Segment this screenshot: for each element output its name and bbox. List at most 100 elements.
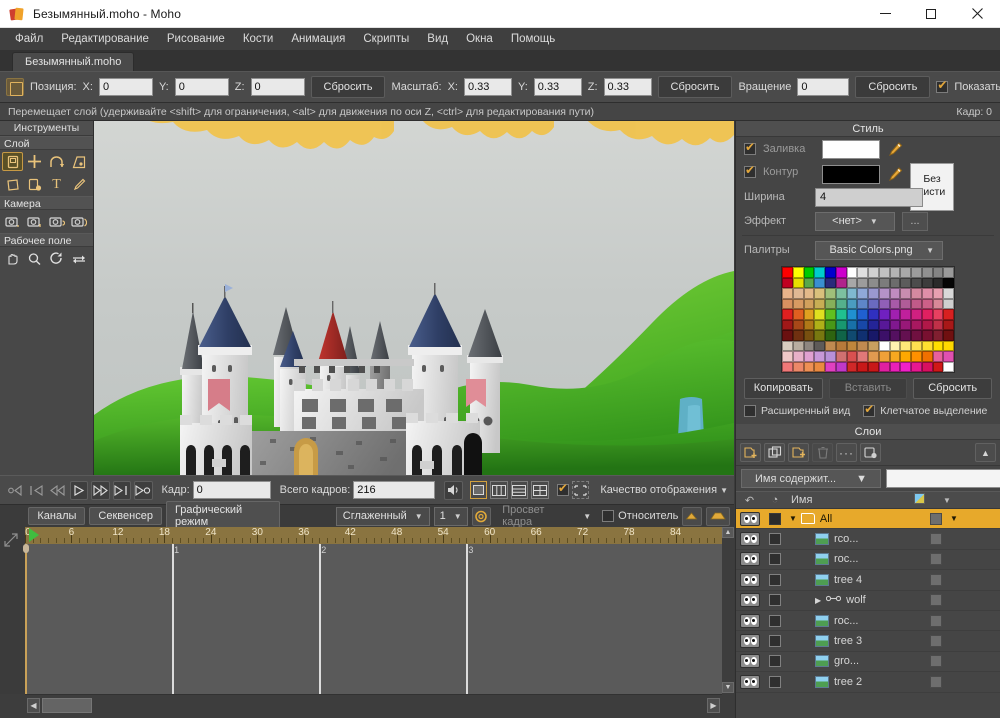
palette-color-swatch[interactable] bbox=[889, 319, 901, 330]
palette-color-swatch[interactable] bbox=[814, 267, 825, 278]
set-origin-tool[interactable] bbox=[24, 175, 45, 194]
layer-visibility-icon[interactable] bbox=[740, 552, 760, 567]
play-button[interactable] bbox=[70, 480, 89, 500]
zoom-camera-tool[interactable] bbox=[24, 212, 45, 231]
palette-color-swatch[interactable] bbox=[900, 309, 911, 320]
palette-color-swatch[interactable] bbox=[921, 351, 933, 362]
palette-color-swatch[interactable] bbox=[792, 277, 804, 288]
palette-color-swatch[interactable] bbox=[889, 351, 901, 362]
palette-color-swatch[interactable] bbox=[868, 351, 879, 362]
fill-eyedropper-icon[interactable] bbox=[887, 141, 903, 158]
palette-color-swatch[interactable] bbox=[911, 330, 922, 341]
palette-color-swatch[interactable] bbox=[878, 309, 890, 320]
palette-color-swatch[interactable] bbox=[900, 267, 911, 278]
palette-color-swatch[interactable] bbox=[825, 267, 836, 278]
extended-view-checkbox[interactable] bbox=[744, 405, 756, 417]
layers-list[interactable]: ▼ All ▼ rco... roc... tree 4 ▶ wolf roc... tree 3… bbox=[736, 509, 1000, 693]
layer-visibility-icon[interactable] bbox=[740, 572, 760, 587]
scroll-left-button[interactable]: ◀ bbox=[27, 698, 40, 713]
palette-color-swatch[interactable] bbox=[911, 319, 922, 330]
zoom-workspace-tool[interactable] bbox=[24, 249, 45, 268]
palette-color-swatch[interactable] bbox=[803, 319, 815, 330]
palette-color-swatch[interactable] bbox=[878, 319, 890, 330]
timeline-expand-icon[interactable] bbox=[4, 533, 18, 550]
menu-item-windows[interactable]: Окна bbox=[457, 30, 502, 48]
position-z-input[interactable] bbox=[250, 78, 305, 96]
layer-expand-arrow[interactable]: ▶ bbox=[815, 596, 821, 605]
palette-color-swatch[interactable] bbox=[868, 277, 879, 288]
palette-select[interactable]: Basic Colors.png ▼ bbox=[815, 240, 943, 260]
palette-color-swatch[interactable] bbox=[792, 361, 804, 372]
palette-color-swatch[interactable] bbox=[932, 267, 944, 278]
layer-lock-checkbox[interactable] bbox=[769, 614, 781, 627]
transform-layer-tool[interactable] bbox=[2, 152, 23, 171]
palette-color-swatch[interactable] bbox=[889, 309, 901, 320]
playhead-knob[interactable] bbox=[23, 544, 29, 553]
scroll-down-button[interactable]: ▼ bbox=[722, 682, 734, 693]
palette-color-swatch[interactable] bbox=[835, 361, 847, 372]
scroll-up-button[interactable]: ▲ bbox=[722, 527, 734, 538]
palette-color-swatch[interactable] bbox=[835, 330, 847, 341]
palette-color-swatch[interactable] bbox=[814, 340, 825, 351]
palette-color-swatch[interactable] bbox=[878, 298, 890, 309]
layer-row[interactable]: roc... bbox=[736, 610, 1000, 632]
effect-more-button[interactable]: ... bbox=[902, 211, 928, 231]
menu-item-file[interactable]: Файл bbox=[6, 30, 52, 48]
show-paths-checkbox[interactable] bbox=[936, 79, 949, 93]
rewind-to-start-button[interactable] bbox=[6, 481, 24, 500]
palette-color-swatch[interactable] bbox=[857, 288, 868, 299]
playhead-marker[interactable] bbox=[29, 528, 39, 542]
layer-thumbnail-toggle[interactable] bbox=[930, 675, 942, 688]
palette-color-swatch[interactable] bbox=[792, 267, 804, 278]
pan-workspace-tool[interactable] bbox=[2, 249, 23, 268]
stroke-color-swatch[interactable] bbox=[822, 165, 880, 184]
palette-color-swatch[interactable] bbox=[943, 277, 954, 288]
palette-color-swatch[interactable] bbox=[857, 361, 868, 372]
scroll-thumb[interactable] bbox=[42, 698, 92, 713]
layer-visibility-icon[interactable] bbox=[740, 593, 760, 608]
palette-color-swatch[interactable] bbox=[900, 361, 911, 372]
palette-color-swatch[interactable] bbox=[825, 351, 836, 362]
close-button[interactable] bbox=[954, 0, 1000, 28]
reset-rotation-button[interactable]: Сбросить bbox=[855, 76, 931, 98]
palette-color-swatch[interactable] bbox=[814, 361, 825, 372]
more-options-icon[interactable]: ··· bbox=[836, 443, 857, 462]
layer-row[interactable]: ▼ All ▼ bbox=[736, 509, 1000, 530]
palette-color-swatch[interactable] bbox=[868, 361, 879, 372]
palette-color-swatch[interactable] bbox=[889, 330, 901, 341]
palette-color-swatch[interactable] bbox=[932, 319, 944, 330]
palette-color-swatch[interactable] bbox=[857, 267, 868, 278]
keyframe-next-icon[interactable] bbox=[705, 506, 730, 526]
palette-color-swatch[interactable] bbox=[857, 277, 868, 288]
palette-color-swatch[interactable] bbox=[803, 330, 815, 341]
palette-color-swatch[interactable] bbox=[825, 319, 836, 330]
palette-color-swatch[interactable] bbox=[868, 298, 879, 309]
text-tool[interactable]: T bbox=[46, 175, 67, 194]
reset-color-button[interactable]: Сбросить bbox=[913, 378, 993, 399]
delete-layer-icon[interactable] bbox=[812, 443, 833, 462]
palette-color-swatch[interactable] bbox=[868, 340, 879, 351]
palette-color-swatch[interactable] bbox=[900, 330, 911, 341]
layer-row[interactable]: tree 3 bbox=[736, 631, 1000, 652]
palette-color-swatch[interactable] bbox=[825, 330, 836, 341]
audio-toggle-button[interactable] bbox=[444, 480, 463, 500]
palette-color-swatch[interactable] bbox=[921, 319, 933, 330]
layer-visibility-icon[interactable] bbox=[740, 613, 760, 628]
track-camera-tool[interactable] bbox=[2, 212, 23, 231]
minimize-button[interactable] bbox=[862, 0, 908, 28]
new-group-layer-icon[interactable] bbox=[788, 443, 809, 462]
palette-color-swatch[interactable] bbox=[835, 309, 847, 320]
rotation-input[interactable] bbox=[797, 78, 850, 96]
palette-color-swatch[interactable] bbox=[911, 288, 922, 299]
palette-color-swatch[interactable] bbox=[921, 330, 933, 341]
palette-color-swatch[interactable] bbox=[889, 298, 901, 309]
palette-color-swatch[interactable] bbox=[782, 298, 793, 309]
palette-color-swatch[interactable] bbox=[825, 340, 836, 351]
palette-color-swatch[interactable] bbox=[878, 288, 890, 299]
palette-color-swatch[interactable] bbox=[932, 288, 944, 299]
palette-color-swatch[interactable] bbox=[911, 277, 922, 288]
keyframe-prev-icon[interactable] bbox=[682, 506, 702, 526]
palette-color-swatch[interactable] bbox=[921, 309, 933, 320]
prev-keyframe-button[interactable] bbox=[27, 481, 45, 500]
palette-color-swatch[interactable] bbox=[921, 277, 933, 288]
